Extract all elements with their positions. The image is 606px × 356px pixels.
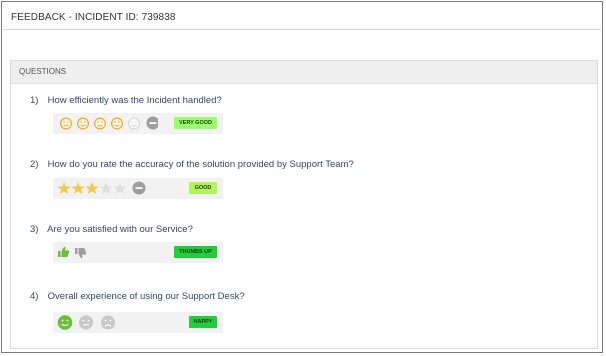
thumbs-up-icon[interactable]: [58, 246, 70, 257]
happy-face-icon[interactable]: [57, 315, 73, 330]
face-rating-group: [57, 315, 115, 330]
star-icon[interactable]: [85, 182, 99, 195]
question-number: 4): [30, 291, 39, 302]
question-2: 2) How do you rate the accuracy of the s…: [30, 159, 354, 170]
question-number: 2): [30, 159, 39, 170]
question-number: 1): [30, 95, 39, 106]
star-icon[interactable]: [113, 182, 127, 195]
smiley-face-icon[interactable]: [77, 117, 90, 130]
questions-panel-header: QUESTIONS: [11, 61, 597, 84]
question-text: How do you rate the accuracy of the solu…: [47, 159, 354, 170]
smiley-face-icon[interactable]: [127, 117, 140, 130]
feedback-window: FEEDBACK - INCIDENT ID: 739838 QUESTIONS…: [1, 1, 603, 353]
thumbs-down-icon[interactable]: [75, 248, 87, 259]
sad-face-icon[interactable]: [101, 315, 115, 330]
question-1: 1) How efficiently was the Incident hand…: [30, 95, 222, 106]
star-icon[interactable]: [71, 182, 85, 195]
questions-panel: QUESTIONS 1) How efficiently was the Inc…: [10, 60, 598, 349]
question-4: 4) Overall experience of using our Suppo…: [30, 291, 245, 302]
question-text: Are you satisfied with our Service?: [47, 224, 193, 235]
question-number: 3): [30, 224, 39, 235]
neutral-face-icon[interactable]: [79, 315, 93, 330]
page-title: FEEDBACK - INCIDENT ID: 739838: [11, 12, 176, 23]
rating-bar-1: VERY GOOD: [53, 113, 223, 134]
question-text: How efficiently was the Incident handled…: [47, 95, 222, 106]
rating-result-badge: VERY GOOD: [174, 117, 217, 129]
rating-bar-2: GOOD: [53, 178, 223, 199]
question-3: 3) Are you satisfied with our Service?: [30, 224, 193, 235]
header-divider: [3, 29, 601, 30]
star-rating-group: [57, 181, 146, 195]
clear-minus-icon[interactable]: [132, 181, 146, 195]
rating-bar-4: HAPPY: [53, 312, 223, 333]
smiley-face-icon[interactable]: [59, 117, 73, 130]
clear-minus-icon[interactable]: [146, 116, 159, 130]
rating-result-badge: THUMBS UP: [174, 246, 217, 258]
thumbs-rating-group: [58, 246, 87, 259]
rating-bar-3: THUMBS UP: [53, 242, 223, 263]
rating-result-badge: HAPPY: [189, 316, 217, 328]
smiley-face-icon[interactable]: [93, 117, 106, 130]
smiley-face-icon[interactable]: [110, 117, 123, 130]
star-icon[interactable]: [57, 182, 71, 195]
rating-result-badge: GOOD: [189, 182, 217, 194]
question-text: Overall experience of using our Support …: [47, 291, 245, 302]
smiley-rating-group: [59, 116, 159, 130]
questions-panel-title: QUESTIONS: [19, 67, 67, 76]
star-icon[interactable]: [99, 182, 113, 195]
